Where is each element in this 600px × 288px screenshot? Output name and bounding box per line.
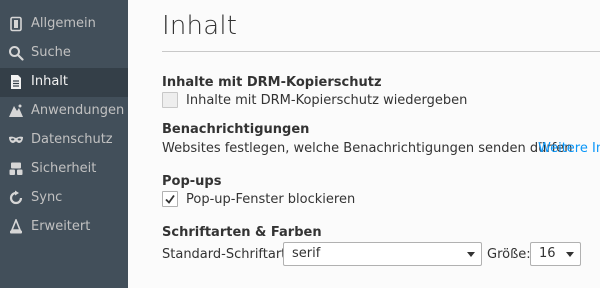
sidebar: Allgemein Suche Inhalt Anwendungen Daten…: [0, 0, 128, 288]
font-size-select[interactable]: 16: [530, 242, 581, 266]
drm-checkbox[interactable]: [162, 92, 178, 108]
content-pane: Inhalt Inhalte mit DRM-Kopierschutz Inha…: [128, 0, 600, 288]
title-divider: [162, 51, 600, 52]
advanced-icon: [8, 217, 24, 235]
sidebar-item-allgemein[interactable]: Allgemein: [0, 10, 128, 39]
sync-icon: [8, 190, 24, 206]
sidebar-item-inhalt[interactable]: Inhalt: [0, 68, 128, 97]
font-size-value: 16: [539, 246, 556, 261]
sidebar-item-label: Erweitert: [31, 219, 91, 234]
popup-block-checkbox[interactable]: [162, 191, 178, 207]
sidebar-item-label: Sicherheit: [31, 161, 97, 176]
popup-block-label[interactable]: Pop-up-Fenster blockieren: [186, 192, 355, 208]
checkmark-icon: [165, 194, 175, 204]
drm-checkbox-label[interactable]: Inhalte mit DRM-Kopierschutz wiedergeben: [186, 93, 467, 109]
popups-heading: Pop-ups: [162, 174, 222, 189]
general-icon: [8, 16, 24, 32]
sidebar-item-label: Datenschutz: [31, 132, 113, 147]
security-icon: [8, 161, 24, 177]
applications-icon: [8, 103, 24, 119]
notifications-description: Websites festlegen, welche Benachrichtig…: [162, 141, 573, 156]
sidebar-item-label: Allgemein: [31, 16, 96, 31]
page-title: Inhalt: [162, 11, 238, 41]
default-font-label: Standard-Schriftart:: [162, 247, 291, 262]
sidebar-item-label: Anwendungen: [31, 103, 125, 118]
notifications-heading: Benachrichtigungen: [162, 122, 310, 137]
default-font-value: serif: [292, 246, 321, 261]
font-size-label: Größe:: [487, 247, 531, 262]
sidebar-item-sync[interactable]: Sync: [0, 184, 128, 213]
sidebar-item-sicherheit[interactable]: Sicherheit: [0, 155, 128, 184]
sidebar-item-label: Sync: [31, 190, 63, 205]
sidebar-item-anwendungen[interactable]: Anwendungen: [0, 97, 128, 126]
sidebar-item-label: Inhalt: [31, 74, 68, 89]
chevron-down-icon: [566, 252, 574, 257]
sidebar-item-datenschutz[interactable]: Datenschutz: [0, 126, 128, 155]
chevron-down-icon: [467, 252, 475, 257]
default-font-select[interactable]: serif: [283, 242, 482, 266]
sidebar-item-label: Suche: [31, 45, 71, 60]
learn-more-link[interactable]: Weitere Inf: [538, 141, 600, 157]
content-icon: [8, 74, 24, 90]
privacy-mask-icon: [8, 132, 24, 148]
fonts-heading: Schriftarten & Farben: [162, 225, 322, 240]
sidebar-item-suche[interactable]: Suche: [0, 39, 128, 68]
search-icon: [8, 45, 24, 61]
drm-heading: Inhalte mit DRM-Kopierschutz: [162, 75, 382, 90]
sidebar-item-erweitert[interactable]: Erweitert: [0, 213, 128, 242]
